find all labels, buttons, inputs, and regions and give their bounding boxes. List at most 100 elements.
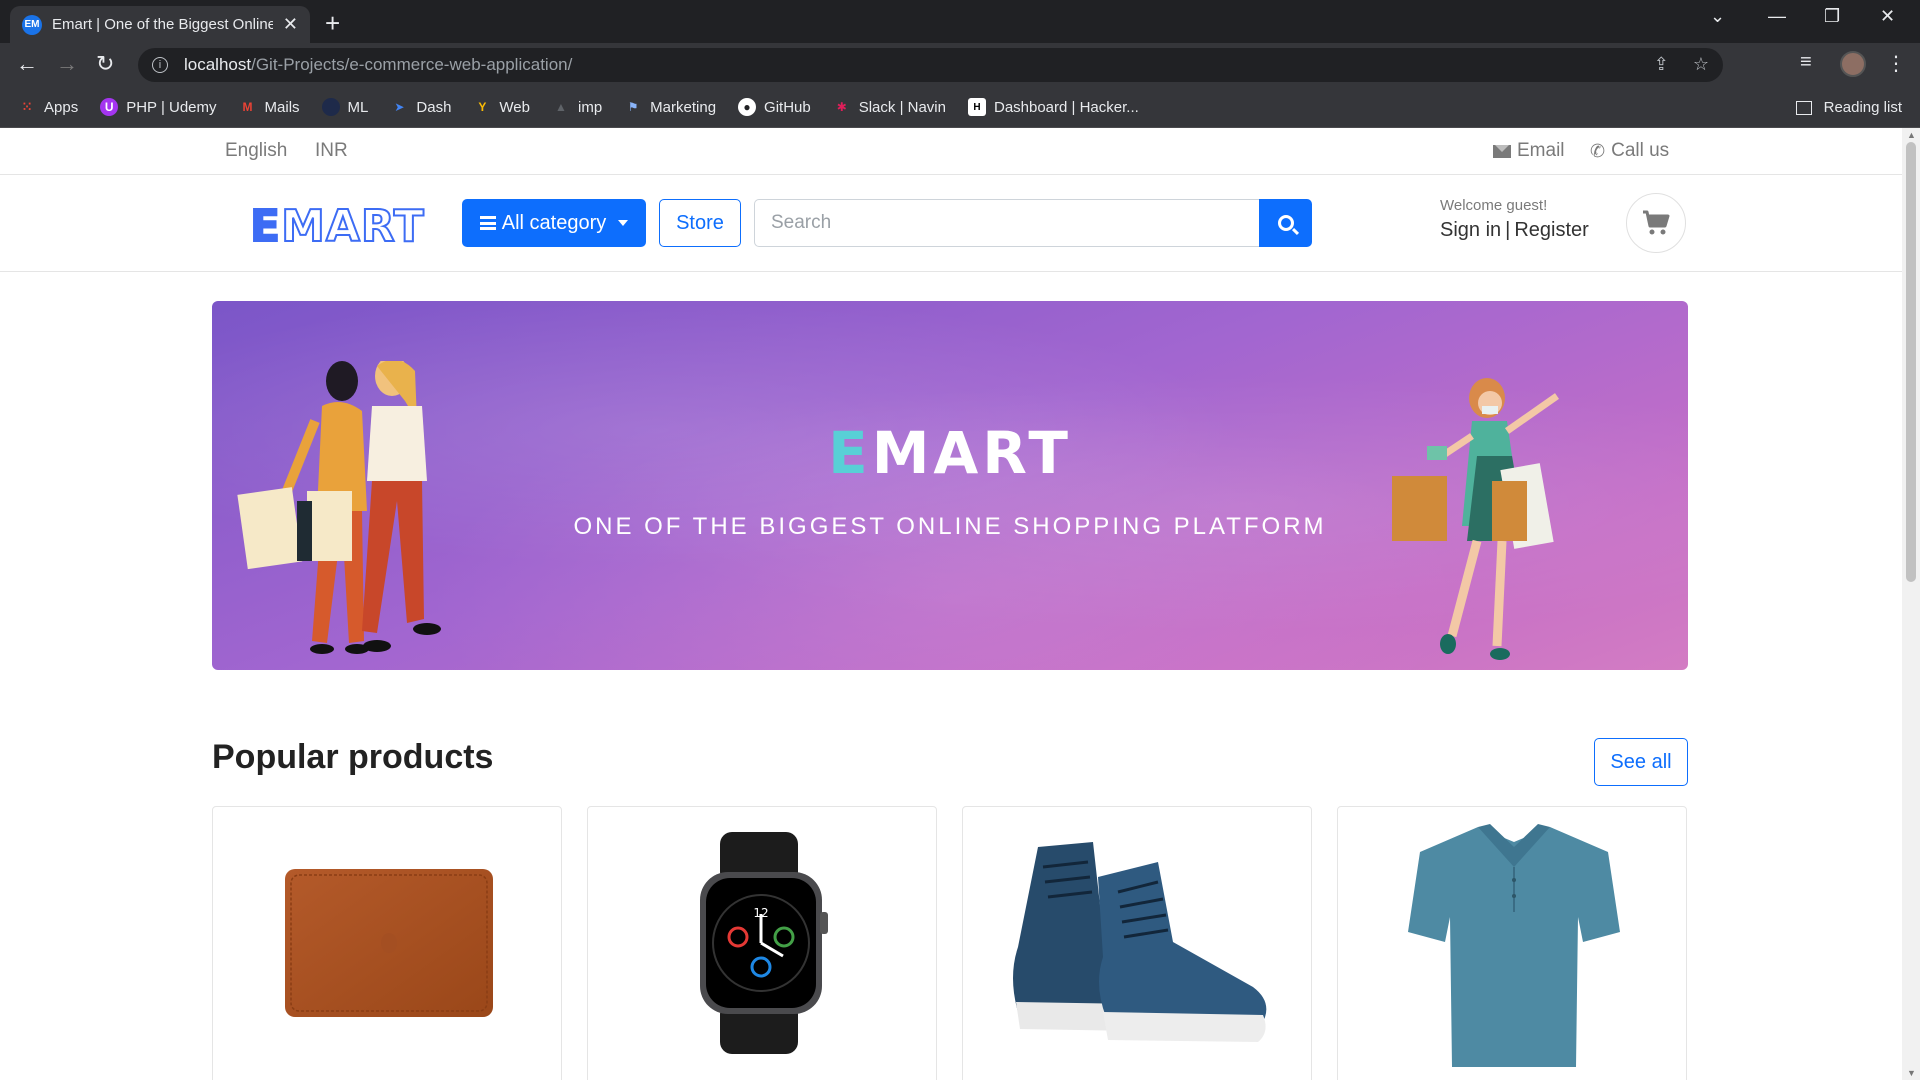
see-all-button[interactable]: See all <box>1594 738 1688 786</box>
minimize-icon[interactable]: — <box>1768 6 1786 27</box>
cart-button[interactable] <box>1626 193 1686 253</box>
bookmark-slack[interactable]: ✱ Slack | Navin <box>833 98 946 116</box>
bookmark-label: Mails <box>264 98 300 116</box>
address-bar[interactable]: i localhost/Git-Projects/e-commerce-web-… <box>138 48 1723 82</box>
bookmark-label: Marketing <box>650 98 717 116</box>
reading-list-label: Reading list <box>1823 99 1902 116</box>
page-scrollbar[interactable]: ▲ ▼ <box>1902 128 1920 1080</box>
sneaker-icon <box>1013 842 1267 1042</box>
marketing-icon: ⚑ <box>627 100 639 114</box>
bookmark-github[interactable]: ● GitHub <box>738 98 811 116</box>
scroll-down-icon[interactable]: ▼ <box>1907 1068 1916 1078</box>
forward-icon[interactable]: → <box>56 51 78 77</box>
product-grid: 12 <box>212 806 1688 1080</box>
bookmark-mails[interactable]: M Mails <box>239 98 300 116</box>
url-host: localhost <box>184 55 252 74</box>
polo-shirt-icon <box>1408 824 1620 1067</box>
store-button[interactable]: Store <box>659 199 741 247</box>
search-icon <box>1277 215 1294 231</box>
call-link[interactable]: ✆ Call us <box>1590 140 1669 162</box>
register-link[interactable]: Register <box>1514 219 1588 241</box>
bookmark-label: GitHub <box>764 98 811 116</box>
sign-in-link[interactable]: Sign in <box>1440 219 1501 241</box>
bookmark-label: Apps <box>44 98 79 116</box>
gmail-icon: M <box>242 100 253 114</box>
browser-chrome: EM Emart | One of the Biggest Online Sho… <box>0 0 1920 128</box>
reload-icon[interactable]: ↻ <box>96 51 114 77</box>
web-page: English INR Email ✆ Call us EMART All cat… <box>0 128 1902 1080</box>
menu-bars-icon <box>479 216 496 230</box>
search-input[interactable] <box>754 199 1260 247</box>
bookmark-imp[interactable]: ▲ imp <box>552 98 602 116</box>
new-tab-icon[interactable]: + <box>325 8 340 39</box>
tab-active[interactable]: EM Emart | One of the Biggest Online Sho… <box>10 6 310 43</box>
site-logo[interactable]: EMART <box>249 200 425 253</box>
site-info-icon[interactable]: i <box>152 57 168 73</box>
bookmark-web[interactable]: Y Web <box>473 98 530 116</box>
site-favicon: EM <box>22 14 42 35</box>
reading-list-button[interactable]: Reading list <box>1795 87 1902 128</box>
all-category-button[interactable]: All category <box>462 199 646 247</box>
bookmark-marketing[interactable]: ⚑ Marketing <box>624 98 716 116</box>
bookmark-label: Dash <box>416 98 452 116</box>
search-button[interactable] <box>1259 199 1312 247</box>
bookmark-label: ML <box>347 98 369 116</box>
shopping-cart-icon <box>1643 210 1670 235</box>
bookmark-star-icon[interactable]: ☆ <box>1693 54 1709 75</box>
close-window-icon[interactable]: ✕ <box>1880 6 1895 27</box>
url-path: /Git-Projects/e-commerce-web-application… <box>251 55 573 74</box>
tab-search-icon[interactable]: ⌄ <box>1710 6 1725 27</box>
profile-avatar[interactable] <box>1840 51 1866 77</box>
email-label: Email <box>1517 140 1565 161</box>
bookmark-hackerrank[interactable]: H Dashboard | Hacker... <box>967 98 1139 116</box>
smartwatch-icon: 12 <box>700 832 828 1054</box>
tab-strip: EM Emart | One of the Biggest Online Sho… <box>0 0 1920 43</box>
browser-toolbar: ← → ↻ i localhost/Git-Projects/e-commerc… <box>0 43 1920 87</box>
category-label: All category <box>501 211 607 234</box>
web-icon: Y <box>478 100 487 114</box>
dash-icon: ➤ <box>394 100 405 114</box>
shopper-illustration-right <box>1392 378 1560 660</box>
email-link[interactable]: Email <box>1493 140 1565 162</box>
site-header: EMART All category Store Welcome guest! … <box>0 175 1902 272</box>
slack-icon: ✱ <box>836 100 847 114</box>
hackerrank-icon: H <box>967 98 986 116</box>
bookmark-label: Slack | Navin <box>858 98 946 116</box>
call-label: Call us <box>1611 140 1670 161</box>
bookmark-php-udemy[interactable]: U PHP | Udemy <box>100 98 217 116</box>
bookmark-apps[interactable]: ⁙ Apps <box>18 98 78 116</box>
welcome-text: Welcome guest! <box>1440 197 1548 214</box>
browser-menu-icon[interactable]: ⋮ <box>1886 51 1906 76</box>
bookmark-ml[interactable]: ML <box>321 98 369 116</box>
caret-down-icon <box>618 220 629 226</box>
media-queue-icon[interactable]: ≡ <box>1800 51 1812 74</box>
product-card[interactable] <box>212 806 562 1080</box>
share-icon[interactable]: ⇪ <box>1654 54 1669 75</box>
bookmark-label: imp <box>578 98 603 116</box>
bookmark-label: PHP | Udemy <box>126 98 217 116</box>
envelope-icon <box>1493 144 1511 158</box>
bookmark-label: Dashboard | Hacker... <box>993 98 1139 116</box>
scroll-up-icon[interactable]: ▲ <box>1907 130 1916 140</box>
bookmarks-bar: ⁙ Apps U PHP | Udemy M Mails ML ➤ Dash Y Web … <box>0 87 1920 128</box>
ml-icon <box>321 98 340 116</box>
imp-icon: ▲ <box>555 100 567 114</box>
auth-separator: | <box>1505 219 1511 241</box>
top-bar: English INR Email ✆ Call us <box>0 128 1902 175</box>
apps-grid-icon: ⁙ <box>21 100 33 114</box>
tab-title: Emart | One of the Biggest Online Shoppi… <box>52 16 273 33</box>
phone-icon: ✆ <box>1590 140 1606 161</box>
scroll-thumb[interactable] <box>1906 142 1916 582</box>
currency-selector[interactable]: INR <box>315 140 348 162</box>
product-card[interactable] <box>962 806 1312 1080</box>
tab-close-icon[interactable]: ✕ <box>283 14 298 35</box>
language-selector[interactable]: English <box>225 140 287 162</box>
restore-icon[interactable]: ❐ <box>1824 6 1840 27</box>
product-card[interactable]: 12 <box>587 806 937 1080</box>
shoppers-illustration-left <box>237 361 441 654</box>
product-card[interactable] <box>1337 806 1687 1080</box>
back-icon[interactable]: ← <box>16 51 38 77</box>
bookmark-dash[interactable]: ➤ Dash <box>390 98 451 116</box>
hero-banner[interactable]: EMART ONE OF THE BIGGEST ONLINE SHOPPING… <box>212 301 1688 670</box>
reading-list-icon <box>1795 100 1812 115</box>
